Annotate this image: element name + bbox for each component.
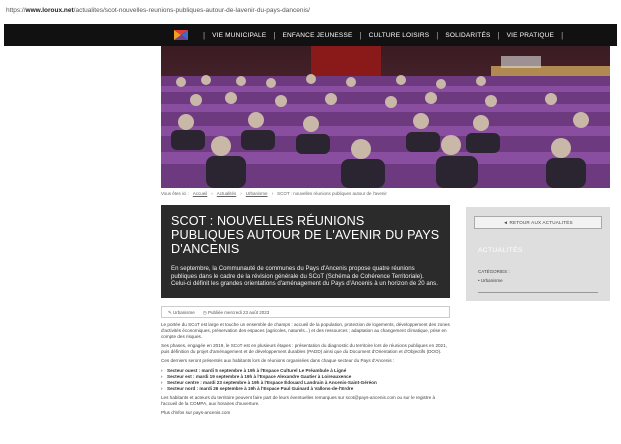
nav-item-solidarites[interactable]: SOLIDARITÉS [445,32,490,39]
sidebar: ◄ RETOUR AUX ACTUALITÉS ACTUALITÉS CATÉG… [466,207,610,301]
url-text: https://www.loroux.net/actualites/scot-n… [6,7,310,14]
article-paragraph: Ses phases, engagée en 2019, le SCoT est… [161,343,447,355]
sidebar-title: ACTUALITÉS [478,247,523,254]
back-to-news-button[interactable]: ◄ RETOUR AUX ACTUALITÉS [474,216,602,229]
breadcrumb-current: SCOT : nouvelles réunions publiques auto… [277,191,387,196]
article-paragraph: Le portée du SCoT est large et touche un… [161,322,450,340]
article-intro: En septembre, la Communauté de communes … [171,265,438,288]
site-logo-icon[interactable] [174,28,188,42]
list-item: Secteur nord : mardi 26 septembre à 19h … [161,386,450,392]
nav-item-enfance-jeunesse[interactable]: ENFANCE JEUNESSE [283,32,353,39]
nav-separator: | [359,30,362,40]
sidebar-category-link[interactable]: • Urbanisme [478,278,503,283]
article-meta: ✎ Urbanisme ◷ Publiée mercredi 23 août 2… [161,306,450,318]
breadcrumb-link-actualites[interactable]: Actualités [217,191,237,196]
meta-date: ◷ Publiée mercredi 23 août 2023 [202,310,270,315]
nav-item-vie-municipale[interactable]: VIE MUNICIPALE [212,32,266,39]
breadcrumb-link-urbanisme[interactable]: Urbanisme [246,191,268,196]
nav-item-culture-loisirs[interactable]: CULTURE LOISIRS [369,32,430,39]
nav-item-vie-pratique[interactable]: VIE PRATIQUE [507,32,554,39]
meta-category[interactable]: ✎ Urbanisme [168,310,195,315]
main-navigation: | VIE MUNICIPALE | ENFANCE JEUNESSE | CU… [4,24,617,46]
article-header: SCOT : NOUVELLES RÉUNIONS PUBLIQUES AUTO… [161,205,450,298]
article-paragraph: Ces derniers seront présentés aux habita… [161,358,395,364]
sidebar-category-label: CATÉGORIES : [478,269,510,274]
article-body: Le portée du SCoT est large et touche un… [161,322,450,419]
auditorium-illustration [161,46,610,188]
nav-separator: | [203,30,206,40]
article-paragraph: Les habitants et acteurs du territoire p… [161,394,436,407]
browser-url-bar[interactable]: https://www.loroux.net/actualites/scot-n… [0,0,621,22]
nav-separator: | [561,30,564,40]
divider [478,292,598,293]
sector-list: Secteur ouest : mardi 5 septembre à 19h … [161,368,450,392]
breadcrumb-separator: › [211,191,213,196]
nav-separator: | [497,30,500,40]
breadcrumb-link-accueil[interactable]: Accueil [193,191,208,196]
breadcrumb-prefix: Vous êtes ici : [161,191,189,196]
article-paragraph: Plus d'infos sur pays-ancenis.com [161,410,231,416]
breadcrumb: Vous êtes ici : Accueil › Actualités › U… [161,191,387,196]
breadcrumb-separator: › [271,191,274,196]
nav-separator: | [273,30,276,40]
page-title: SCOT : NOUVELLES RÉUNIONS PUBLIQUES AUTO… [171,214,440,256]
nav-separator: | [436,30,439,40]
breadcrumb-separator: › [240,191,242,196]
hero-photo-public-meeting [161,46,610,188]
